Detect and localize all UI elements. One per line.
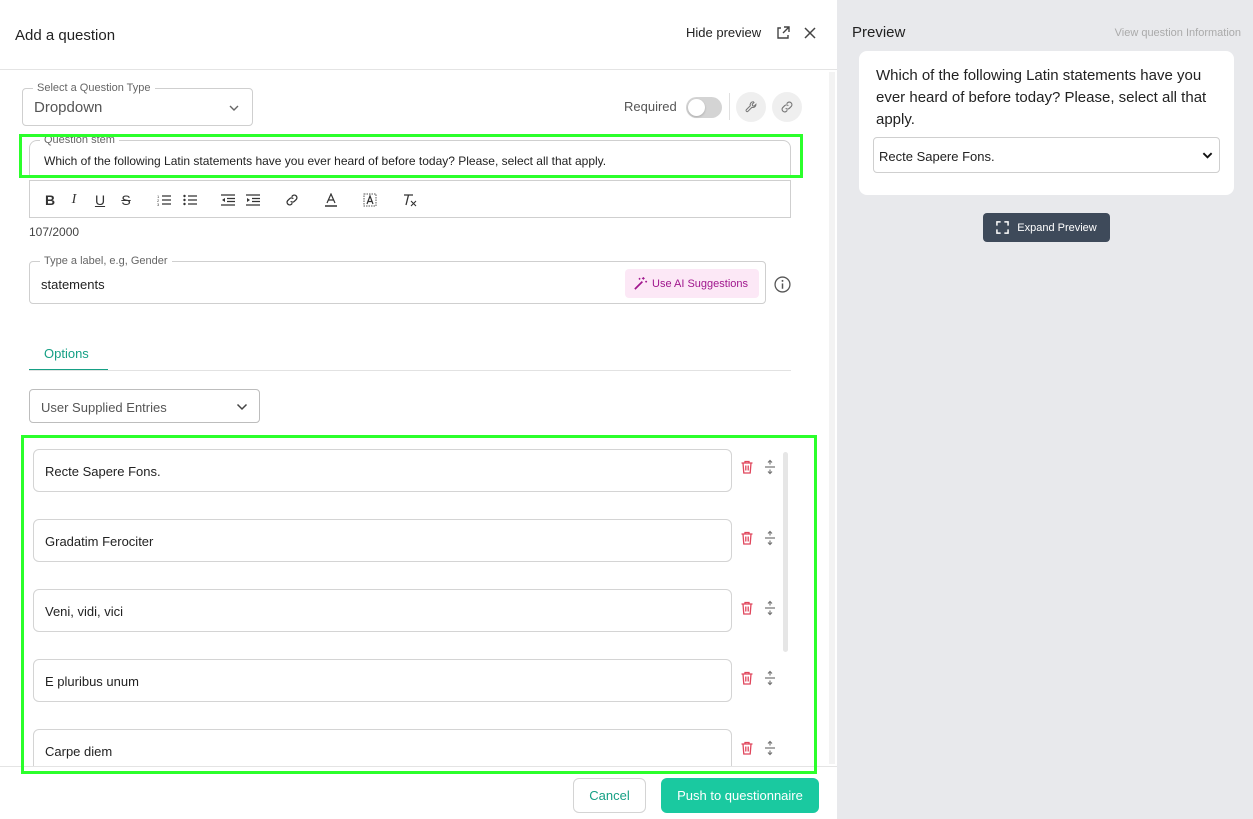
label-input-value[interactable]: statements <box>41 277 105 292</box>
link-chain-icon <box>781 101 793 113</box>
question-stem-field[interactable]: Question stem Which of the following Lat… <box>29 133 791 178</box>
option-input[interactable]: Recte Sapere Fons. <box>33 449 732 492</box>
cancel-button[interactable]: Cancel <box>573 778 646 813</box>
option-text[interactable]: E pluribus unum <box>45 674 139 689</box>
ai-suggestions-button[interactable]: Use AI Suggestions <box>625 269 759 298</box>
option-input[interactable]: E pluribus unum <box>33 659 732 702</box>
close-icon[interactable] <box>802 25 818 41</box>
editor-scrollbar[interactable] <box>829 72 835 764</box>
bullet-list-icon[interactable] <box>181 191 199 209</box>
question-stem-text[interactable]: Which of the following Latin statements … <box>44 154 606 168</box>
trash-icon[interactable] <box>739 670 755 686</box>
expand-preview-button[interactable]: Expand Preview <box>983 213 1110 242</box>
tab-options[interactable]: Options <box>29 336 108 371</box>
ai-suggestions-label: Use AI Suggestions <box>652 277 749 290</box>
text-color-icon[interactable] <box>322 191 340 209</box>
label-input-placeholder: Type a label, e.g, Gender <box>40 254 172 268</box>
link-icon[interactable] <box>283 191 301 209</box>
option-input[interactable]: Veni, vidi, vici <box>33 589 732 632</box>
chevron-down-icon <box>229 105 239 111</box>
question-type-select[interactable]: Select a Question Type Dropdown <box>22 81 253 126</box>
reorder-icon[interactable] <box>762 670 778 686</box>
preview-question-text: Which of the following Latin statements … <box>876 67 1207 128</box>
svg-text:3: 3 <box>157 202 160 206</box>
entries-type-value: User Supplied Entries <box>41 400 167 415</box>
trash-icon[interactable] <box>739 459 755 475</box>
question-stem-label: Question stem <box>40 133 119 147</box>
reorder-icon[interactable] <box>762 600 778 616</box>
required-toggle[interactable] <box>686 97 722 118</box>
view-question-information-link[interactable]: View question Information <box>1115 27 1241 39</box>
push-to-questionnaire-button[interactable]: Push to questionnaire <box>661 778 819 813</box>
trash-icon[interactable] <box>739 530 755 546</box>
info-icon[interactable] <box>774 276 791 293</box>
divider <box>729 93 730 120</box>
underline-icon[interactable]: U <box>91 191 109 209</box>
option-text[interactable]: Carpe diem <box>45 744 112 759</box>
question-editor: Add a question Hide preview Select a Que… <box>0 0 837 819</box>
chevron-down-icon <box>236 403 248 411</box>
character-counter: 107/2000 <box>29 225 80 239</box>
option-input[interactable]: Gradatim Ferociter <box>33 519 732 562</box>
open-external-icon[interactable] <box>775 25 791 41</box>
magic-wand-icon <box>634 276 648 290</box>
preview-dropdown-value: Recte Sapere Fons. <box>879 149 995 164</box>
options-scrollbar[interactable] <box>783 452 788 652</box>
toggle-knob <box>688 99 705 116</box>
entries-type-select[interactable]: User Supplied Entries <box>29 389 260 423</box>
outdent-icon[interactable] <box>219 191 237 209</box>
chevron-down-icon <box>1202 152 1213 159</box>
trash-icon[interactable] <box>739 740 755 756</box>
required-label: Required <box>624 99 677 114</box>
option-text[interactable]: Gradatim Ferociter <box>45 534 153 549</box>
indent-icon[interactable] <box>244 191 262 209</box>
highlight-icon[interactable] <box>361 191 379 209</box>
strikethrough-icon[interactable]: S <box>117 191 135 209</box>
logic-button[interactable] <box>772 92 802 122</box>
option-text[interactable]: Recte Sapere Fons. <box>45 464 161 479</box>
question-type-label: Select a Question Type <box>33 81 155 95</box>
ordered-list-icon[interactable]: 123 <box>155 191 173 209</box>
italic-icon[interactable]: I <box>65 191 83 209</box>
settings-button[interactable] <box>736 92 766 122</box>
clear-format-icon[interactable] <box>400 191 418 209</box>
bold-icon[interactable]: B <box>41 191 59 209</box>
reorder-icon[interactable] <box>762 530 778 546</box>
question-type-value: Dropdown <box>34 99 103 116</box>
reorder-icon[interactable] <box>762 740 778 756</box>
preview-panel: Preview View question Information Which … <box>837 0 1253 819</box>
tab-divider <box>29 370 791 371</box>
tab-options-label: Options <box>44 346 89 361</box>
rich-text-toolbar: B I U S 123 <box>29 180 791 218</box>
editor-header: Add a question Hide preview <box>0 0 837 70</box>
preview-dropdown[interactable]: Recte Sapere Fons. <box>873 137 1220 173</box>
wrench-icon <box>745 101 757 113</box>
preview-title: Preview <box>852 24 906 41</box>
hide-preview-button[interactable]: Hide preview <box>686 25 761 40</box>
expand-preview-label: Expand Preview <box>1017 221 1097 234</box>
preview-card: Which of the following Latin statements … <box>859 51 1234 195</box>
page-title: Add a question <box>15 27 116 44</box>
reorder-icon[interactable] <box>762 459 778 475</box>
option-text[interactable]: Veni, vidi, vici <box>45 604 123 619</box>
fullscreen-icon <box>996 221 1010 234</box>
trash-icon[interactable] <box>739 600 755 616</box>
